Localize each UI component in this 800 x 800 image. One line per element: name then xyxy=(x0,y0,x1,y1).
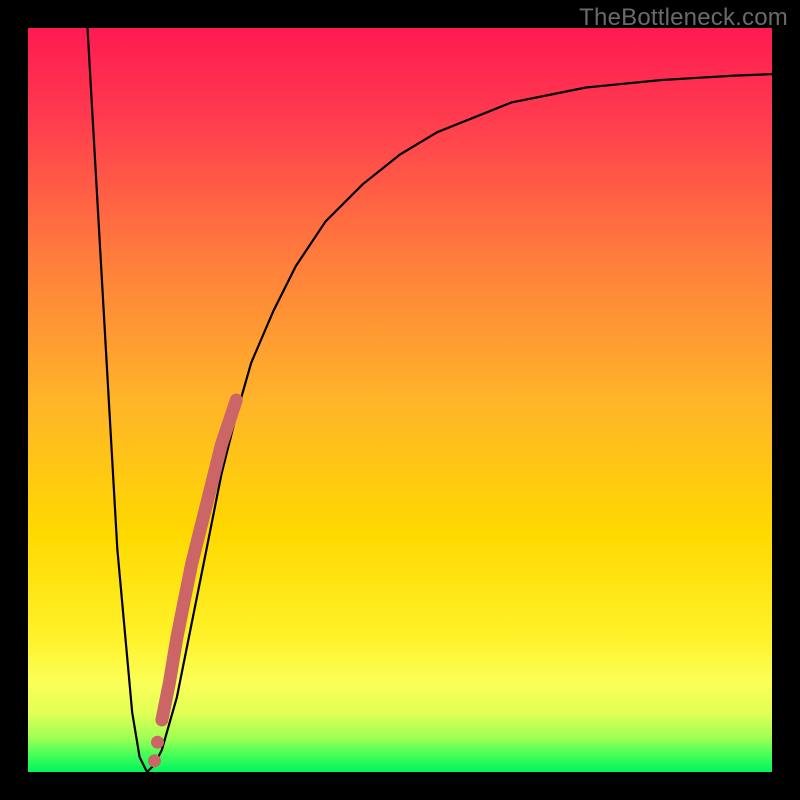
watermark-text: TheBottleneck.com xyxy=(579,4,788,32)
highlight-dot xyxy=(151,736,164,749)
highlight-dot xyxy=(148,754,161,767)
plot-area xyxy=(28,28,772,772)
chart-svg xyxy=(28,28,772,772)
outer-frame: TheBottleneck.com xyxy=(0,0,800,800)
gradient-background xyxy=(28,28,772,772)
